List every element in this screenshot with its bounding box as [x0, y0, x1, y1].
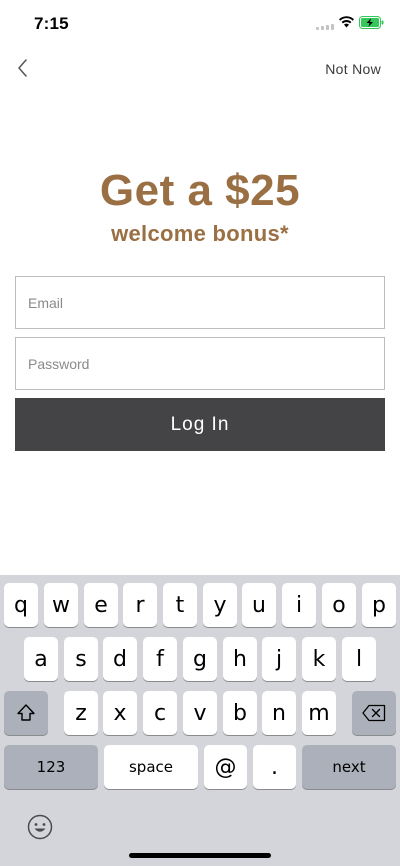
- key-d[interactable]: d: [103, 637, 137, 681]
- key-p[interactable]: p: [362, 583, 396, 627]
- key-f[interactable]: f: [143, 637, 177, 681]
- status-bar: 7:15: [0, 0, 400, 44]
- email-field-container[interactable]: [15, 276, 385, 329]
- next-key[interactable]: next: [302, 745, 396, 789]
- key-m[interactable]: m: [302, 691, 336, 735]
- key-g[interactable]: g: [183, 637, 217, 681]
- emoji-icon[interactable]: [27, 814, 53, 840]
- key-o[interactable]: o: [322, 583, 356, 627]
- key-l[interactable]: l: [342, 637, 376, 681]
- home-indicator: [129, 853, 271, 858]
- key-k[interactable]: k: [302, 637, 336, 681]
- key-h[interactable]: h: [223, 637, 257, 681]
- back-button[interactable]: [14, 56, 36, 80]
- chevron-left-icon: [18, 59, 27, 77]
- shift-icon: [17, 704, 35, 721]
- key-u[interactable]: u: [242, 583, 276, 627]
- key-j[interactable]: j: [262, 637, 296, 681]
- key-r[interactable]: r: [123, 583, 157, 627]
- battery-charging-icon: [359, 16, 384, 29]
- key-c[interactable]: c: [143, 691, 177, 735]
- key-y[interactable]: y: [203, 583, 237, 627]
- shift-key[interactable]: [4, 691, 48, 735]
- key-z[interactable]: z: [64, 691, 98, 735]
- keyboard: q w e r t y u i o p a s d f g h j k l z …: [0, 575, 400, 866]
- numbers-key[interactable]: 123: [4, 745, 98, 789]
- cellular-signal-icon: [316, 24, 334, 30]
- password-field-container[interactable]: [15, 337, 385, 390]
- key-x[interactable]: x: [103, 691, 137, 735]
- promo-headline: Get a $25: [99, 166, 301, 215]
- space-key[interactable]: space: [104, 745, 198, 789]
- key-b[interactable]: b: [223, 691, 257, 735]
- key-n[interactable]: n: [262, 691, 296, 735]
- key-t[interactable]: t: [163, 583, 197, 627]
- key-a[interactable]: a: [24, 637, 58, 681]
- key-s[interactable]: s: [64, 637, 98, 681]
- key-v[interactable]: v: [183, 691, 217, 735]
- key-q[interactable]: q: [4, 583, 38, 627]
- key-e[interactable]: e: [84, 583, 118, 627]
- email-field[interactable]: [16, 277, 384, 328]
- login-button[interactable]: Log In: [15, 398, 385, 451]
- wifi-icon: [339, 16, 354, 28]
- password-field[interactable]: [16, 338, 384, 389]
- not-now-button[interactable]: Not Now: [325, 61, 381, 77]
- promo-subhead: welcome bonus*: [111, 221, 289, 246]
- status-time: 7:15: [34, 14, 69, 33]
- delete-key[interactable]: [352, 691, 396, 735]
- backspace-icon: [362, 704, 386, 722]
- key-w[interactable]: w: [44, 583, 78, 627]
- at-key[interactable]: @: [204, 745, 247, 789]
- key-i[interactable]: i: [282, 583, 316, 627]
- period-key[interactable]: .: [253, 745, 296, 789]
